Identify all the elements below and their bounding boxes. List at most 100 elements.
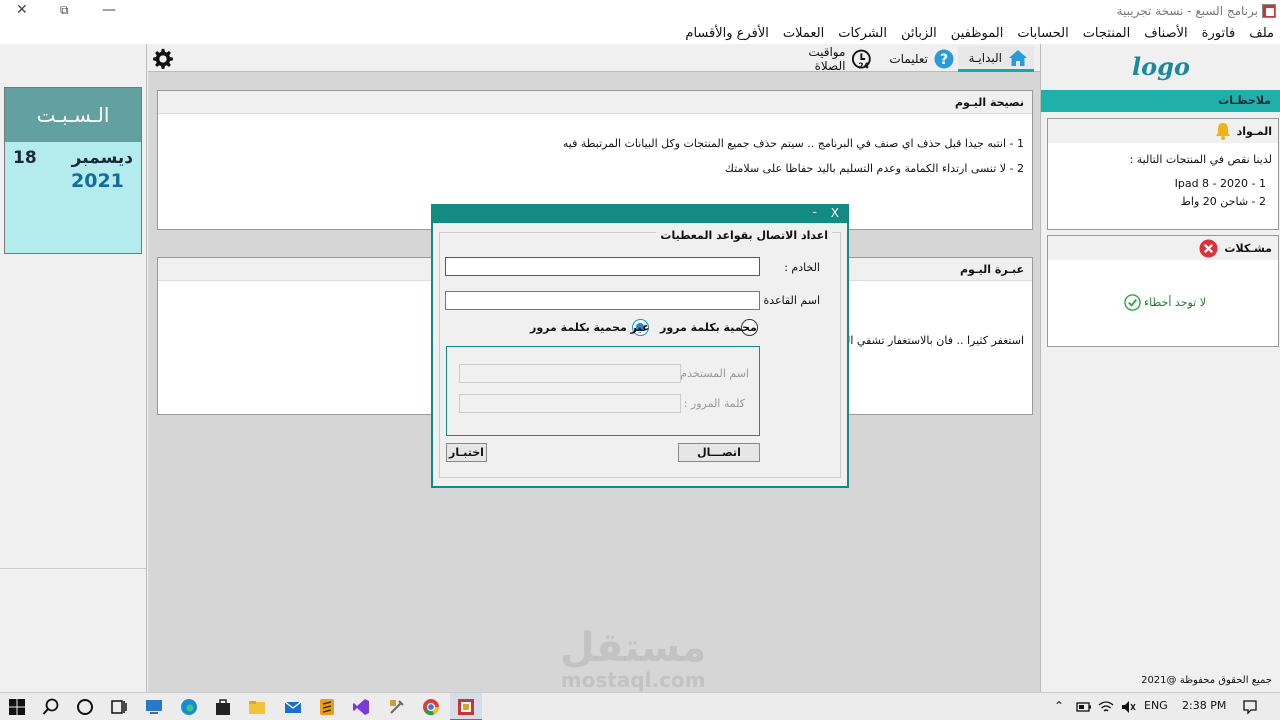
home-icon xyxy=(1009,49,1027,66)
bell-icon xyxy=(1215,123,1230,140)
logo: logo xyxy=(1132,52,1190,81)
watermark: مستقل mostaql.com xyxy=(560,628,706,692)
materials-item-2: 2 - شاحن 20 واط xyxy=(1180,195,1266,208)
materials-box: المـواد لدينا نقص في المنتجات التالية : … xyxy=(1047,118,1279,230)
divider xyxy=(0,568,146,569)
db-connection-dialog: X - اعداد الاتصال بقواعد المعطيات الخادم… xyxy=(431,204,849,488)
restore-icon[interactable]: ⧉ xyxy=(60,3,69,18)
error-icon xyxy=(1199,238,1218,258)
materials-intro: لدينا نقص في المنتجات التالية : xyxy=(1129,153,1272,166)
minimize-icon[interactable]: — xyxy=(102,2,116,18)
tab-home[interactable]: البدايـة xyxy=(958,46,1034,72)
tip-title: نصيحة اليـوم xyxy=(158,91,1032,114)
sublime-icon[interactable] xyxy=(318,698,336,716)
tip-line-2: 2 - لا تنسى ارتداء الكمامة وعدم التسليم … xyxy=(724,162,1024,175)
menu-branches[interactable]: الأفرع والأقسام xyxy=(685,26,768,41)
tip-line-1: 1 - انتبه جيدا قبل حذف اي صنف في البرنام… xyxy=(562,137,1024,150)
desktop-app-icon[interactable] xyxy=(145,698,163,716)
active-app-tile[interactable] xyxy=(450,693,482,720)
tab-help[interactable]: ? تعليمات xyxy=(886,46,954,72)
quote-text: استغفر كثيرا .. فان بالاستغفار تشفي الهم… xyxy=(823,334,1024,347)
connect-button[interactable]: اتصـــال xyxy=(678,443,760,462)
day-name: الـسـبـت xyxy=(5,88,141,142)
menu-file[interactable]: ملف xyxy=(1249,26,1274,41)
left-panel: الـسـبـت 18 ديسمبر 2021 xyxy=(0,44,147,692)
edge-icon[interactable] xyxy=(180,698,198,716)
notes-title: ملاحظـات xyxy=(1041,90,1280,112)
taskbar: ⌃ ENG 2:38 PM xyxy=(0,692,1280,720)
dialog-body: اعداد الاتصال بقواعد المعطيات الخادم : ا… xyxy=(439,229,841,478)
watermark-en: mostaql.com xyxy=(560,668,706,692)
date-card: الـسـبـت 18 ديسمبر 2021 xyxy=(4,87,142,254)
menu-employees[interactable]: الموظفين xyxy=(951,26,1004,41)
dialog-titlebar: X - xyxy=(433,205,847,223)
check-icon xyxy=(1124,294,1141,311)
radio-no-password-label: غير محمية بكلمة مرور xyxy=(530,321,650,334)
username-label: اسم المستخدم : xyxy=(673,367,749,380)
username-input[interactable] xyxy=(459,364,681,383)
day-number: 18 xyxy=(13,148,37,168)
cortana-icon[interactable] xyxy=(76,698,94,716)
menu-categories[interactable]: الأصناف xyxy=(1144,26,1187,41)
menu-customers[interactable]: الزبائن xyxy=(901,26,937,41)
task-view-icon[interactable] xyxy=(110,698,128,716)
mail-icon[interactable] xyxy=(284,698,302,716)
problems-title: مشـكلات xyxy=(1224,241,1272,255)
password-input[interactable] xyxy=(459,394,681,413)
title-bar: ✕ ⧉ — برنامج السبع - نسخة تجريبية xyxy=(0,0,1280,22)
clock[interactable]: 2:38 PM xyxy=(1182,699,1226,712)
dialog-legend: اعداد الاتصال بقواعد المعطيات xyxy=(656,229,832,242)
month-name: ديسمبر xyxy=(71,148,133,168)
right-panel: logo ملاحظـات المـواد لدينا نقص في المنت… xyxy=(1040,44,1280,692)
database-label: اسم القاعدة : xyxy=(756,294,820,307)
copyright: جميع الحقوق محفوظة @2021 xyxy=(1141,675,1272,686)
dialog-close-button[interactable]: X xyxy=(831,206,839,220)
tab-home-label: البدايـة xyxy=(968,50,1002,65)
visual-studio-icon[interactable] xyxy=(352,698,370,716)
problems-status: لا توجد أخطاء xyxy=(1144,296,1206,309)
tray-chevron-icon[interactable]: ⌃ xyxy=(1054,699,1064,713)
svg-text:24: 24 xyxy=(859,61,869,70)
network-icon[interactable] xyxy=(1098,699,1114,715)
server-input[interactable] xyxy=(445,257,760,276)
radio-password-protected-label: محمية بكلمة مرور xyxy=(660,321,757,334)
dialog-minimize-button[interactable]: - xyxy=(813,205,817,219)
notifications-icon[interactable] xyxy=(1242,699,1258,715)
file-explorer-icon[interactable] xyxy=(248,698,266,716)
server-label: الخادم : xyxy=(784,261,820,274)
watermark-ar: مستقل xyxy=(560,625,707,671)
tab-prayer-label: مواقيت الصلاة xyxy=(808,45,846,73)
gear-icon[interactable] xyxy=(152,48,174,70)
database-input[interactable] xyxy=(445,291,760,310)
menu-currencies[interactable]: العملات xyxy=(783,26,824,41)
year: 2021 xyxy=(71,170,124,192)
menu-bar: ملف فاتورة الأصناف المنتجات الحسابات الم… xyxy=(0,22,1280,44)
problems-box: مشـكلات لا توجد أخطاء xyxy=(1047,235,1279,347)
store-icon[interactable] xyxy=(214,698,232,716)
volume-icon[interactable] xyxy=(1120,699,1136,715)
tab-help-label: تعليمات xyxy=(889,52,928,66)
battery-icon[interactable] xyxy=(1076,700,1092,714)
app-icon xyxy=(1262,4,1276,18)
menu-accounts[interactable]: الحسابات xyxy=(1017,26,1068,41)
svg-text:?: ? xyxy=(940,52,948,68)
close-icon[interactable]: ✕ xyxy=(16,2,28,18)
menu-companies[interactable]: الشركات xyxy=(838,26,887,41)
tab-bar: البدايـة ? تعليمات 24 مواقيت الصلاة xyxy=(148,44,1040,73)
chrome-icon[interactable] xyxy=(422,698,440,716)
test-button[interactable]: اختبـار xyxy=(446,443,487,462)
windows-start-icon[interactable] xyxy=(8,698,26,716)
menu-invoice[interactable]: فاتورة xyxy=(1202,26,1236,41)
clock-24-icon: 24 xyxy=(852,49,872,70)
help-icon: ? xyxy=(934,49,954,69)
tab-prayer-times[interactable]: 24 مواقيت الصلاة xyxy=(778,45,874,73)
password-label: كلمة المرور : xyxy=(683,397,745,410)
window-title: برنامج السبع - نسخة تجريبية xyxy=(1116,4,1258,18)
tool-app-icon[interactable] xyxy=(388,698,406,716)
app-taskbar-icon xyxy=(458,699,474,715)
menu-products[interactable]: المنتجات xyxy=(1083,26,1131,41)
search-icon[interactable] xyxy=(42,698,60,716)
materials-item-1: 1 - 2020 - Ipad 8 xyxy=(1174,177,1266,190)
language-indicator[interactable]: ENG xyxy=(1144,699,1168,712)
credentials-group: اسم المستخدم : كلمة المرور : xyxy=(446,346,760,436)
